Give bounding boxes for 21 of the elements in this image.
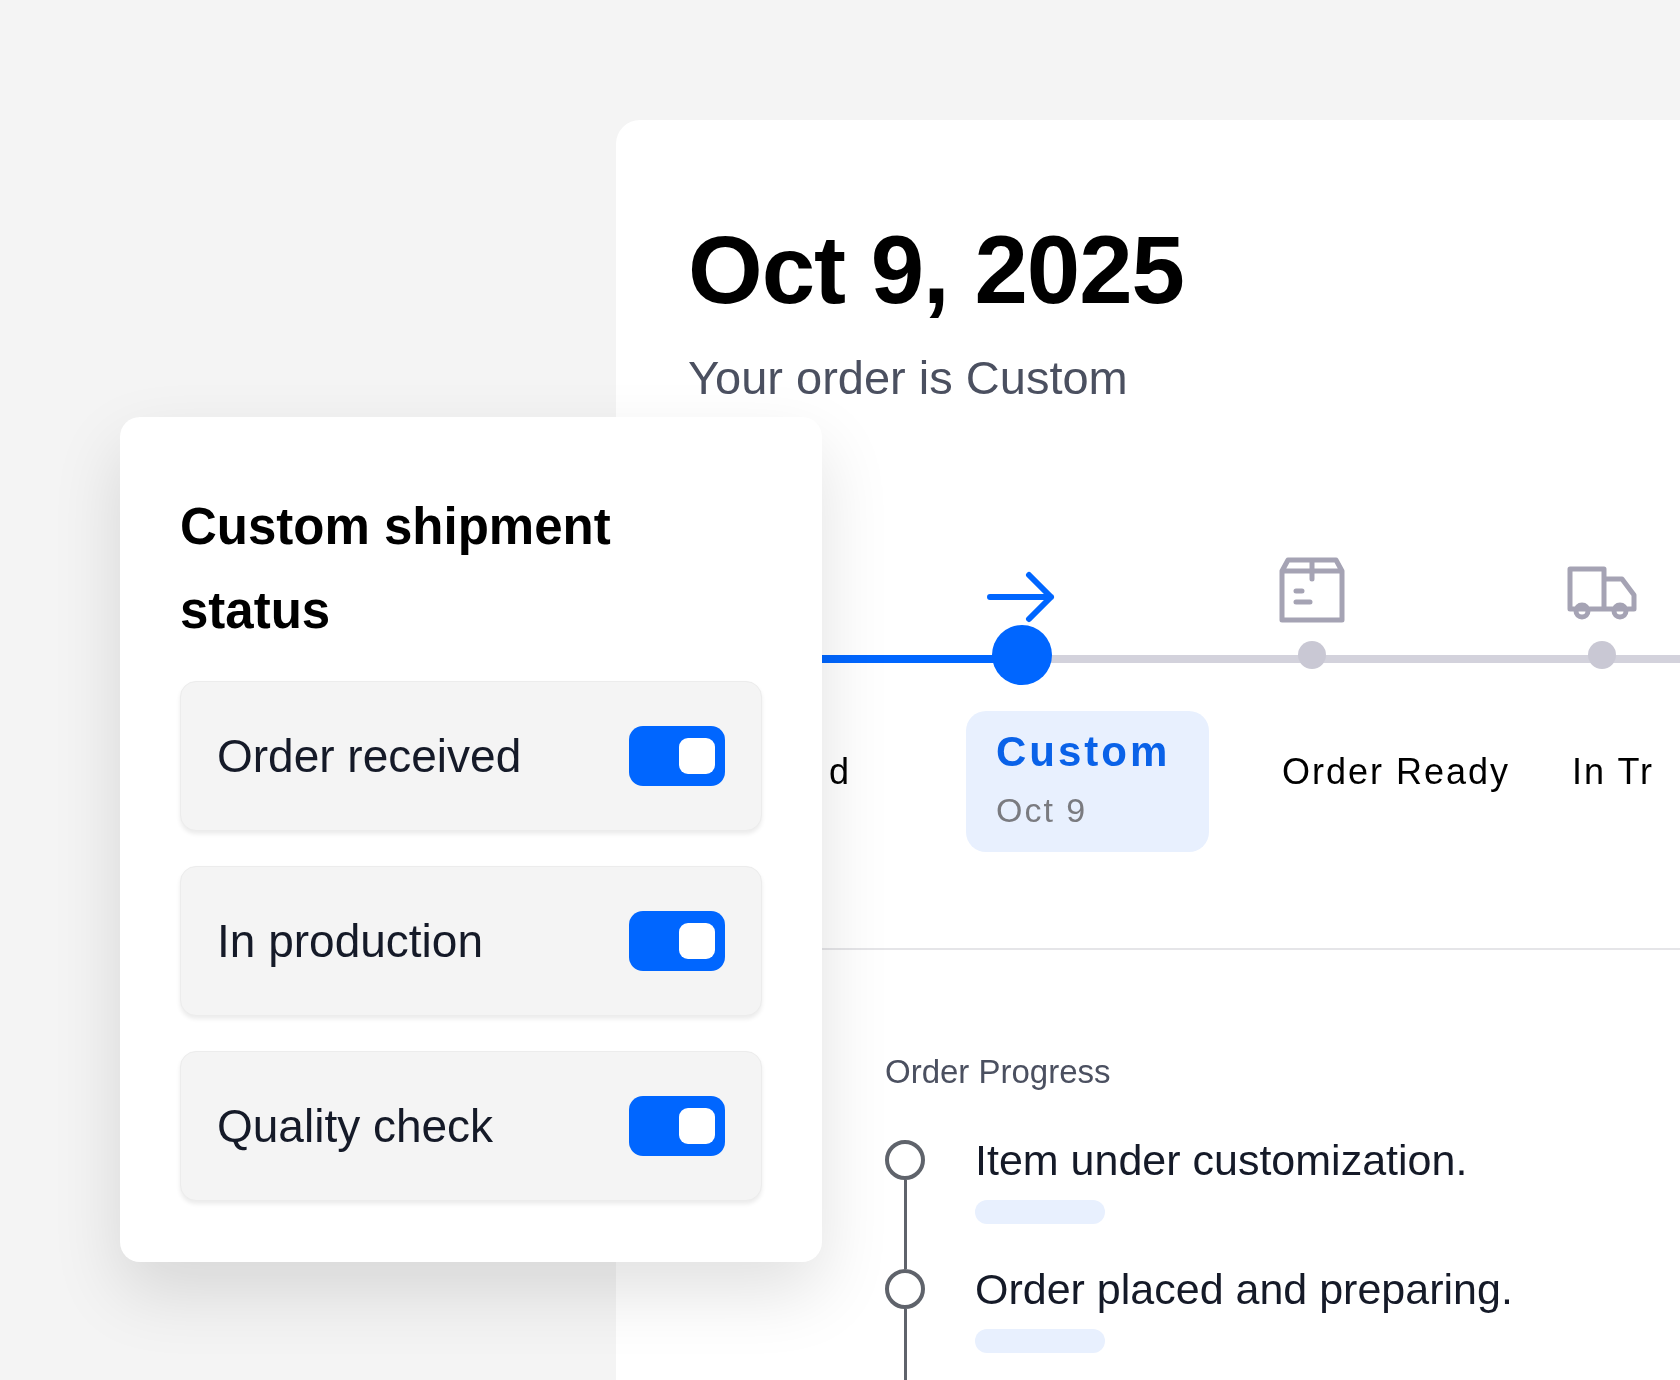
step-date: Oct 9 [996, 793, 1089, 827]
status-label: Quality check [217, 1098, 494, 1154]
timeline-text: Item under customization. [975, 1140, 1468, 1180]
order-date: Oct 9, 2025 [688, 222, 1185, 318]
order-status-text: Your order is Custom [688, 354, 1129, 401]
status-label: In production [217, 913, 483, 969]
status-label: Order received [217, 728, 522, 784]
timeline-node [885, 1140, 925, 1180]
toggle-switch[interactable] [629, 911, 725, 971]
step-label: Order Ready [1282, 754, 1511, 790]
box-icon [1278, 557, 1346, 623]
panel-title: Custom shipment status [180, 497, 612, 641]
section-title: Order Progress [885, 1055, 1112, 1088]
step-label: d [828, 754, 851, 790]
toggle-switch[interactable] [629, 726, 725, 786]
toggle-switch[interactable] [629, 1096, 725, 1156]
arrow-icon [987, 571, 1057, 623]
timeline-node [885, 1269, 925, 1309]
step-label: In Tr [1572, 754, 1655, 790]
timeline-line [903, 1309, 907, 1380]
step-label: Custom [996, 731, 1172, 773]
